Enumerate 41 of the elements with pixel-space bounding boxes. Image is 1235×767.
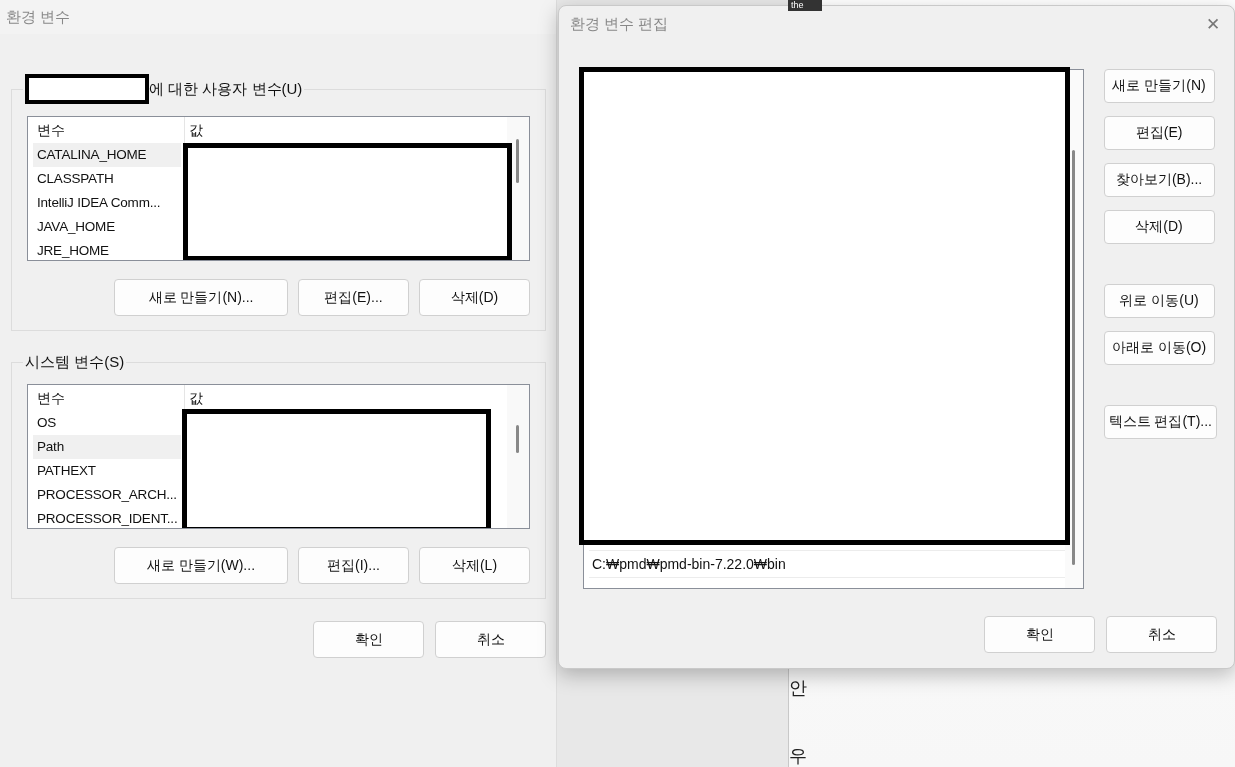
variable-name[interactable]: OS [33,411,181,435]
dialog-button[interactable]: 확인 [313,621,424,658]
side-button[interactable]: 새로 만들기(N) [1103,69,1215,103]
window-tab[interactable]: the [788,0,822,11]
group-label: 에 대한 사용자 변수(U) [149,79,303,99]
dialog-button[interactable]: 확인 [984,616,1095,653]
dialog-button[interactable]: 삭제(D) [419,279,530,316]
dialog-button[interactable]: 편집(I)... [298,547,409,584]
dialog-button[interactable]: 새로 만들기(W)... [114,547,288,584]
side-button[interactable]: 아래로 이동(O) [1103,331,1215,365]
side-button[interactable]: 텍스트 편집(T)... [1103,405,1217,439]
scrollbar-thumb[interactable] [516,139,519,183]
variable-name[interactable]: PATHEXT [33,459,181,483]
scrollbar-thumb[interactable] [1071,150,1075,565]
column-header[interactable]: 값 [185,117,505,143]
side-button[interactable]: 위로 이동(U) [1103,284,1215,318]
path-entry[interactable]: C:₩pmd₩pmd-bin-7.22.0₩bin [589,550,1065,578]
dialog-button[interactable]: 새로 만들기(N)... [114,279,288,316]
dialog-button[interactable]: 편집(E)... [298,279,409,316]
variable-name[interactable]: JRE_HOME [33,239,181,260]
group-label: 시스템 변수(S) [25,353,125,372]
variable-name[interactable]: CLASSPATH [33,167,181,191]
variable-name[interactable]: CATALINA_HOME [33,143,181,167]
variable-name[interactable]: IntelliJ IDEA Comm... [33,191,181,215]
dialog-button[interactable]: 취소 [1106,616,1217,653]
background-text: 안 [789,677,807,700]
side-button[interactable]: 찾아보기(B)... [1103,163,1215,197]
variable-name[interactable]: JAVA_HOME [33,215,181,239]
column-header[interactable]: 값 [185,385,505,411]
side-button[interactable]: 삭제(D) [1103,210,1215,244]
variable-name[interactable]: PROCESSOR_ARCH... [33,483,181,507]
dialog-button[interactable]: 삭제(L) [419,547,530,584]
side-button[interactable]: 편집(E) [1103,116,1215,150]
dialog-button[interactable]: 취소 [435,621,546,658]
variable-name[interactable]: Path [33,435,181,459]
variable-name[interactable]: PROCESSOR_IDENT... [33,507,181,528]
close-button[interactable]: ✕ [1202,13,1224,35]
window-title: 환경 변수 편집 [570,14,669,34]
window-title: 환경 변수 [6,7,71,27]
background-text: 우 [789,745,807,767]
scrollbar-thumb[interactable] [516,425,519,453]
